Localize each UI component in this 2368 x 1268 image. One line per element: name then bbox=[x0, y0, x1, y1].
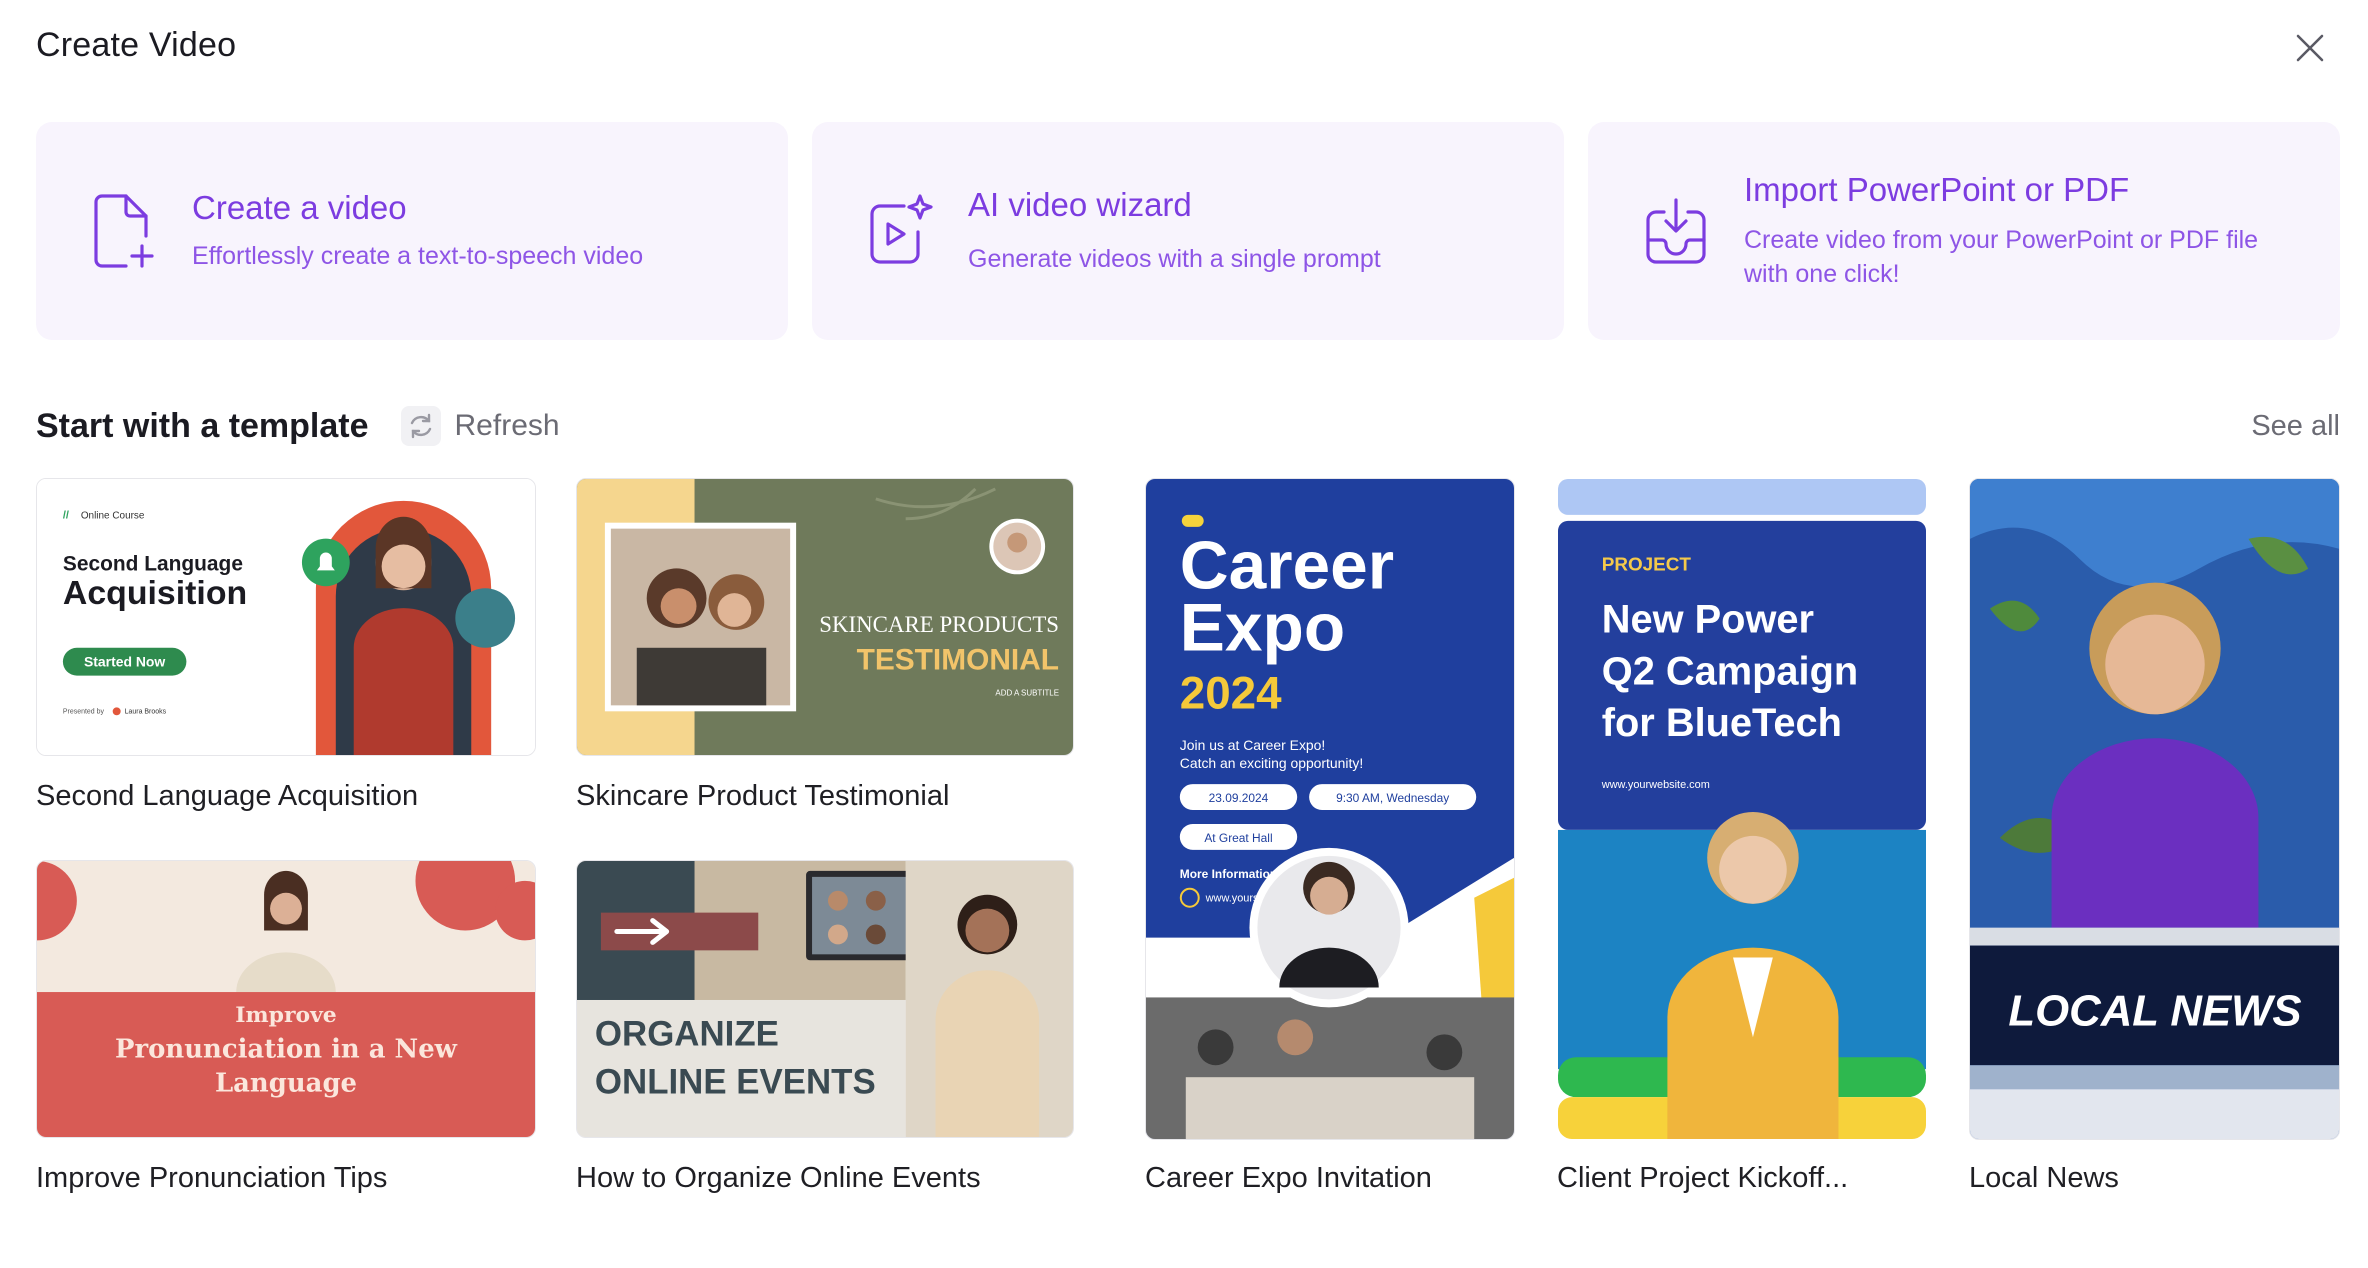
template-label: Skincare Product Testimonial bbox=[576, 780, 950, 812]
svg-text:LOCAL NEWS: LOCAL NEWS bbox=[2008, 986, 2301, 1035]
ai-wizard-title: AI video wizard bbox=[968, 186, 1192, 224]
svg-text:Language: Language bbox=[215, 1068, 357, 1098]
svg-text:ONLINE EVENTS: ONLINE EVENTS bbox=[595, 1062, 876, 1101]
svg-text:www.yourwebsite.com: www.yourwebsite.com bbox=[1601, 779, 1710, 791]
template-label: Improve Pronunciation Tips bbox=[36, 1162, 388, 1194]
template-label: Local News bbox=[1969, 1162, 2119, 1194]
template-thumbnail: // Online Course Second Language Acquisi… bbox=[36, 478, 536, 756]
create-video-subtitle: Effortlessly create a text-to-speech vid… bbox=[192, 241, 644, 270]
svg-text:New Power: New Power bbox=[1602, 597, 1814, 641]
template-thumbnail: Career Expo 2024 Join us at Career Expo!… bbox=[1145, 478, 1515, 1140]
svg-text:Online Course: Online Course bbox=[81, 511, 145, 522]
template-thumbnail: SKINCARE PRODUCTS TESTIMONIAL ADD A SUBT… bbox=[576, 478, 1074, 756]
template-card-local-news[interactable]: LOCAL NEWS Local News bbox=[1969, 478, 2340, 1202]
template-card-second-language[interactable]: // Online Course Second Language Acquisi… bbox=[36, 478, 536, 818]
close-button[interactable] bbox=[2288, 26, 2332, 70]
template-label: Career Expo Invitation bbox=[1145, 1162, 1432, 1194]
svg-text:Pronunciation in a New: Pronunciation in a New bbox=[115, 1035, 458, 1065]
template-card-client-kickoff[interactable]: PROJECT New Power Q2 Campaign for BlueTe… bbox=[1557, 478, 1927, 1202]
ai-wizard-subtitle: Generate videos with a single prompt bbox=[968, 244, 1381, 273]
ai-video-wizard-card[interactable]: AI video wizard Generate videos with a s… bbox=[812, 122, 1564, 340]
svg-text:Join us at Career Expo!: Join us at Career Expo! bbox=[1180, 737, 1325, 753]
svg-text:23.09.2024: 23.09.2024 bbox=[1209, 791, 1269, 805]
svg-text:Laura Brooks: Laura Brooks bbox=[125, 708, 167, 715]
svg-text:Presented by: Presented by bbox=[63, 708, 105, 715]
templates-header: Start with a template Refresh See all bbox=[36, 400, 2340, 452]
ai-video-icon bbox=[866, 191, 934, 271]
template-thumbnail: Improve Pronunciation in a New Language bbox=[36, 860, 536, 1138]
svg-text:Improve: Improve bbox=[235, 1002, 337, 1028]
svg-text:for BlueTech: for BlueTech bbox=[1602, 701, 1842, 745]
svg-text:Started Now: Started Now bbox=[84, 654, 165, 670]
template-card-skincare[interactable]: SKINCARE PRODUCTS TESTIMONIAL ADD A SUBT… bbox=[576, 478, 1076, 818]
refresh-label: Refresh bbox=[454, 409, 560, 442]
svg-text:Expo: Expo bbox=[1180, 590, 1345, 665]
svg-text:At Great Hall: At Great Hall bbox=[1204, 831, 1272, 845]
import-tray-icon bbox=[1642, 191, 1710, 271]
svg-text:More Information:: More Information: bbox=[1180, 867, 1281, 881]
template-thumbnail: ORGANIZE ONLINE EVENTS bbox=[576, 860, 1074, 1138]
svg-text://: // bbox=[63, 510, 69, 522]
import-subtitle: Create video from your PowerPoint or PDF… bbox=[1744, 226, 2259, 288]
dialog-title: Create Video bbox=[36, 26, 237, 64]
templates-title: Start with a template bbox=[36, 406, 369, 445]
import-ppt-pdf-card[interactable]: Import PowerPoint or PDF Create video fr… bbox=[1588, 122, 2340, 340]
refresh-icon bbox=[400, 406, 441, 446]
svg-text:ORGANIZE: ORGANIZE bbox=[595, 1015, 779, 1054]
svg-text:2024: 2024 bbox=[1180, 667, 1282, 718]
create-video-card[interactable]: Create a video Effortlessly create a tex… bbox=[36, 122, 788, 340]
see-all-link[interactable]: See all bbox=[2251, 410, 2340, 443]
svg-text:Catch an exciting opportunity!: Catch an exciting opportunity! bbox=[1180, 755, 1363, 771]
import-title: Import PowerPoint or PDF bbox=[1744, 171, 2130, 209]
svg-text:SKINCARE PRODUCTS: SKINCARE PRODUCTS bbox=[819, 612, 1059, 637]
svg-text:TESTIMONIAL: TESTIMONIAL bbox=[857, 644, 1059, 677]
svg-text:Acquisition: Acquisition bbox=[63, 574, 247, 612]
template-card-online-events[interactable]: ORGANIZE ONLINE EVENTS How to Organize O… bbox=[576, 860, 1076, 1202]
svg-text:Second Language: Second Language bbox=[63, 552, 243, 575]
svg-text:ADD A SUBTITLE: ADD A SUBTITLE bbox=[995, 688, 1059, 697]
new-file-icon bbox=[90, 191, 158, 271]
template-thumbnail: LOCAL NEWS bbox=[1969, 478, 2340, 1140]
template-card-career-expo[interactable]: Career Expo 2024 Join us at Career Expo!… bbox=[1145, 478, 1515, 1202]
template-label: How to Organize Online Events bbox=[576, 1162, 981, 1194]
template-card-pronunciation[interactable]: Improve Pronunciation in a New Language … bbox=[36, 860, 536, 1202]
template-label: Client Project Kickoff... bbox=[1557, 1162, 1849, 1194]
close-icon bbox=[2296, 34, 2324, 62]
svg-text:9:30 AM, Wednesday: 9:30 AM, Wednesday bbox=[1336, 791, 1449, 805]
template-thumbnail: PROJECT New Power Q2 Campaign for BlueTe… bbox=[1557, 478, 1927, 1140]
template-label: Second Language Acquisition bbox=[36, 780, 419, 812]
svg-text:PROJECT: PROJECT bbox=[1602, 555, 1692, 576]
svg-text:Q2 Campaign: Q2 Campaign bbox=[1602, 649, 1858, 693]
refresh-button[interactable]: Refresh bbox=[400, 406, 560, 446]
create-video-title: Create a video bbox=[192, 189, 407, 227]
create-options: Create a video Effortlessly create a tex… bbox=[36, 122, 2340, 340]
